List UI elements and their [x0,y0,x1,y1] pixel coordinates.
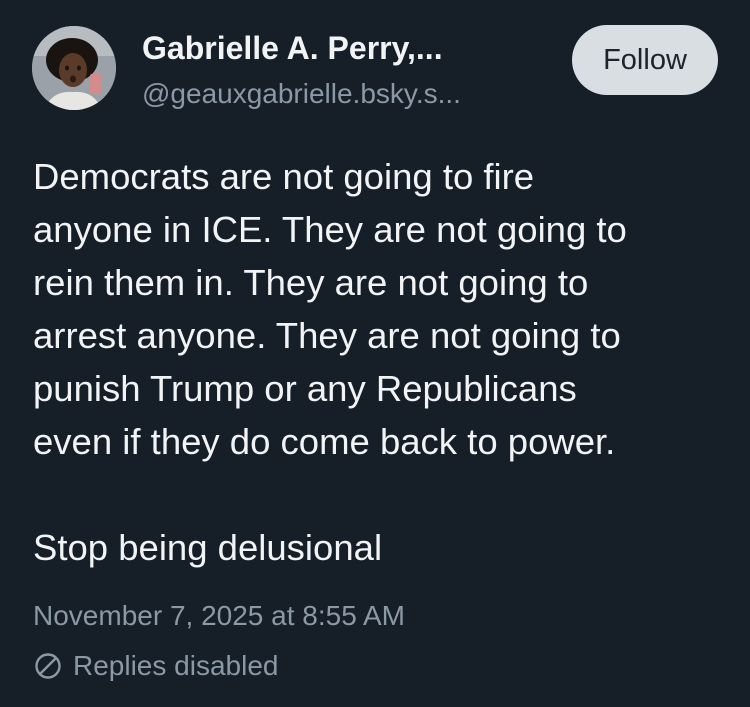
replies-status-label: Replies disabled [73,650,279,681]
post-text-line: punish Trump or any Republicans [33,368,577,409]
post-text-line: anyone in ICE. They are not going to [33,209,627,250]
post-card: Gabrielle A. Perry,... @geauxgabrielle.b… [0,0,750,707]
post-text-line: even if they do come back to power. [33,421,616,462]
follow-button[interactable]: Follow [572,25,718,95]
post-text: Democrats are not going to fire anyone i… [33,150,733,574]
post-text-line: rein them in. They are not going to [33,262,589,303]
author-handle[interactable]: @geauxgabrielle.bsky.s... [142,78,461,110]
prohibited-circle-icon [33,651,63,681]
post-text-line: Stop being delusional [33,527,383,568]
post-timestamp[interactable]: November 7, 2025 at 8:55 AM [33,600,405,632]
post-text-line: Democrats are not going to fire [33,156,535,197]
author-display-name[interactable]: Gabrielle A. Perry,... [142,30,443,67]
avatar-photo [32,26,116,110]
replies-status: Replies disabled [33,650,278,682]
avatar[interactable] [32,26,116,110]
post-text-line: arrest anyone. They are not going to [33,315,621,356]
